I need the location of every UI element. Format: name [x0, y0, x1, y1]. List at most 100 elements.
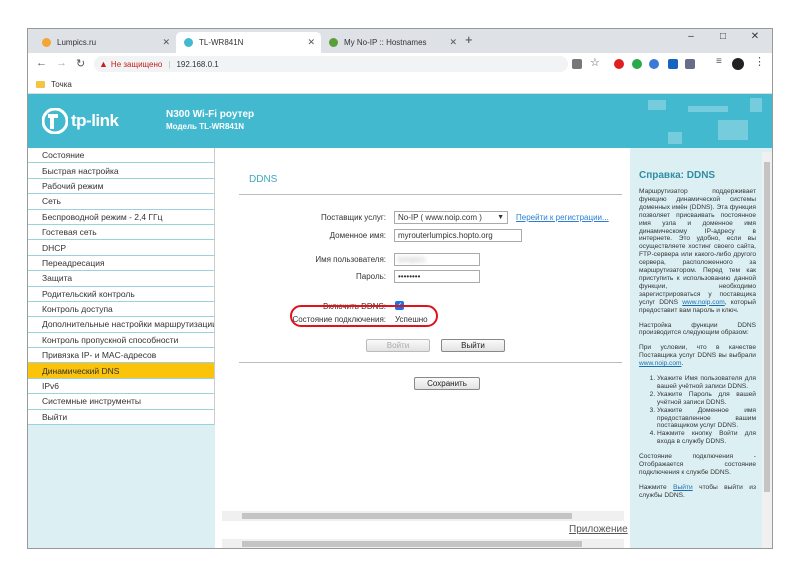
help-vertical-scrollbar[interactable] — [762, 152, 772, 548]
lumpics-favicon-icon — [42, 38, 51, 47]
menu-background — [28, 425, 215, 548]
horizontal-scrollbar[interactable] — [222, 511, 624, 521]
menu-item-wireless[interactable]: Беспроводной режим - 2,4 ГГц — [28, 210, 214, 225]
tab-label: My No-IP :: Hostnames — [344, 38, 427, 47]
help-step: Укажите Пароль для вашей учётной записи … — [657, 391, 756, 407]
provider-select[interactable]: No-IP ( www.noip.com ) ▼ — [394, 211, 508, 224]
menu-item-ip-mac-binding[interactable]: Привязка IP- и MAC-адресов — [28, 348, 214, 364]
url-text[interactable]: 192.168.0.1 — [176, 60, 218, 69]
help-step: Укажите Имя пользователя для вашей учётн… — [657, 375, 756, 391]
bookmark-star-icon[interactable]: ☆ — [590, 56, 600, 69]
menu-item-guest-network[interactable]: Гостевая сеть — [28, 225, 214, 241]
close-tab-icon[interactable]: ✕ — [449, 37, 457, 48]
scrollbar-thumb[interactable] — [242, 541, 582, 547]
menu-item-status[interactable]: Состояние — [28, 148, 214, 164]
menu-item-parental-control[interactable]: Родительский контроль — [28, 287, 214, 302]
logout-button[interactable]: Выйти — [441, 339, 505, 352]
reading-list-icon[interactable]: ≡ — [716, 56, 726, 67]
ddns-panel: DDNS Поставщик услуг: No-IP ( www.noip.c… — [216, 148, 626, 548]
blue-extension-icon[interactable] — [668, 59, 678, 69]
menu-item-advanced-routing[interactable]: Дополнительные настройки маршрутизации — [28, 317, 214, 333]
close-tab-icon[interactable]: ✕ — [162, 37, 170, 48]
tab-lumpics[interactable]: Lumpics.ru ✕ — [34, 32, 176, 53]
tab-strip: Lumpics.ru ✕ TL-WR841N ✕ My No-IP :: Hos… — [28, 29, 772, 53]
back-arrow-icon[interactable]: ← — [36, 57, 47, 69]
logout-help-link[interactable]: Выйти — [673, 484, 693, 491]
model-info: N300 Wi-Fi роутер Модель TL-WR841N — [166, 109, 254, 131]
minimize-button[interactable]: – — [676, 31, 706, 42]
menu-item-security[interactable]: Защита — [28, 271, 214, 287]
tab-tl-wr841n[interactable]: TL-WR841N ✕ — [176, 32, 321, 53]
help-paragraph: При условии, что в качестве Поставщика у… — [639, 344, 756, 368]
provider-label: Поставщик услуг: — [321, 213, 386, 222]
browser-toolbar: ← → ↻ ▲ Не защищено | 192.168.0.1 ☆ ≡ ⋮ — [28, 53, 772, 75]
menu-item-operation-mode[interactable]: Рабочий режим — [28, 179, 214, 195]
menu-item-quick-setup[interactable]: Быстрая настройка — [28, 163, 214, 179]
menu-item-dynamic-dns[interactable]: Динамический DNS — [28, 363, 214, 379]
menu-item-bandwidth-control[interactable]: Контроль пропускной способности — [28, 333, 214, 349]
reload-icon[interactable]: ↻ — [76, 57, 85, 70]
tplink-logo-icon — [42, 108, 68, 134]
register-link[interactable]: Перейти к регистрации... — [516, 213, 609, 222]
router-header: tp-link N300 Wi-Fi роутер Модель TL-WR84… — [28, 94, 772, 148]
green-extension-icon[interactable] — [632, 59, 642, 69]
menu-item-access-control[interactable]: Контроль доступа — [28, 302, 214, 318]
menu-item-logout[interactable]: Выйти — [28, 410, 214, 426]
menu-item-ipv6[interactable]: IPv6 — [28, 379, 214, 395]
tab-label: TL-WR841N — [199, 38, 244, 47]
help-step: Укажите Доменное имя предоставленное ваш… — [657, 407, 756, 431]
menu-item-forwarding[interactable]: Переадресация — [28, 256, 214, 272]
folder-icon — [36, 80, 45, 88]
translate-icon[interactable] — [572, 59, 582, 69]
header-decoration — [718, 120, 748, 140]
noip-link[interactable]: www.noip.com — [682, 299, 725, 306]
scrollbar-thumb[interactable] — [764, 162, 770, 492]
scrollbar-thumb[interactable] — [242, 513, 572, 519]
profile-avatar-icon[interactable] — [732, 58, 744, 70]
domain-label: Доменное имя: — [329, 231, 386, 240]
menu-item-system-tools[interactable]: Системные инструменты — [28, 394, 214, 410]
help-paragraph: Нажмите Выйти чтобы выйти из службы DDNS… — [639, 484, 756, 500]
globe-extension-icon[interactable] — [649, 59, 659, 69]
tab-noip[interactable]: My No-IP :: Hostnames ✕ — [321, 32, 463, 53]
divider — [239, 194, 622, 195]
browser-window: Lumpics.ru ✕ TL-WR841N ✕ My No-IP :: Hos… — [27, 28, 773, 549]
bookmark-tochka[interactable]: Точка — [51, 80, 72, 89]
model-number: Модель TL-WR841N — [166, 122, 245, 131]
domain-input[interactable]: myrouterlumpics.hopto.org — [394, 229, 522, 242]
help-text: При условии, что в качестве Поставщика у… — [639, 344, 756, 360]
username-input[interactable]: lumpics — [394, 253, 480, 266]
close-tab-icon[interactable]: ✕ — [307, 37, 315, 48]
header-decoration — [750, 98, 762, 112]
help-step: Нажмите кнопку Войти для входа в службу … — [657, 430, 756, 446]
close-window-button[interactable]: ✕ — [740, 31, 770, 42]
new-tab-button[interactable]: + — [465, 32, 473, 47]
password-input[interactable]: •••••••• — [394, 270, 480, 283]
browser-menu-icon[interactable]: ⋮ — [754, 55, 765, 68]
noip-favicon-icon — [329, 38, 338, 47]
menu-item-network[interactable]: Сеть — [28, 194, 214, 210]
product-title: N300 Wi-Fi роутер — [166, 109, 255, 120]
opera-extension-icon[interactable] — [614, 59, 624, 69]
noip-link[interactable]: www.noip.com — [639, 360, 682, 367]
help-body: Маршрутизатор поддерживает функцию динам… — [639, 188, 756, 507]
app-link[interactable]: Приложение — [569, 524, 628, 535]
help-paragraph: Состояние подключения - Отображается сос… — [639, 453, 756, 476]
horizontal-scrollbar[interactable] — [222, 539, 624, 548]
maximize-button[interactable]: □ — [708, 31, 738, 42]
login-button[interactable]: Войти — [366, 339, 430, 352]
header-decoration — [668, 132, 682, 144]
save-button[interactable]: Сохранить — [414, 377, 480, 390]
address-bar[interactable]: ▲ Не защищено | 192.168.0.1 — [94, 56, 568, 72]
security-status[interactable]: Не защищено — [111, 60, 162, 69]
menu-item-dhcp[interactable]: DHCP — [28, 240, 214, 256]
router-menu: Состояние Быстрая настройка Рабочий режи… — [28, 148, 215, 548]
header-decoration — [648, 100, 666, 110]
highlight-oval — [290, 305, 438, 327]
page-title: DDNS — [249, 174, 278, 185]
forward-arrow-icon[interactable]: → — [56, 57, 67, 69]
shield-extension-icon[interactable] — [685, 59, 695, 69]
brand-name: tp-link — [71, 111, 119, 130]
help-title: Справка: DDNS — [639, 170, 716, 181]
help-text: Маршрутизатор поддерживает функцию динам… — [639, 188, 756, 306]
